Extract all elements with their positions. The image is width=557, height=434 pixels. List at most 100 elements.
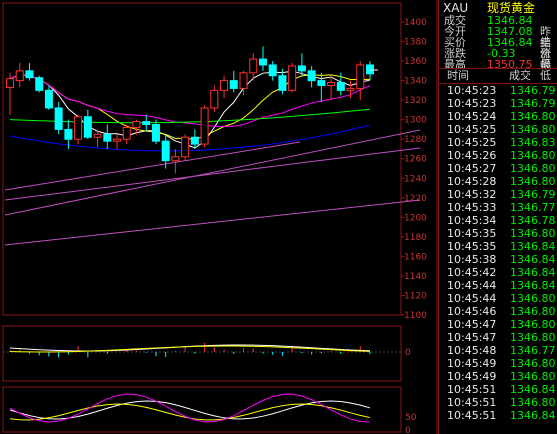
price-axis-label: 1300 xyxy=(404,116,427,126)
tick-price: 1346.83 xyxy=(510,136,556,149)
price-axis-label: 1200 xyxy=(404,213,427,223)
tick-row[interactable]: 10:45:42 1346.84 xyxy=(439,267,557,279)
kline-chart[interactable]: 1400 1380 1360 1340 1320 1300 1280 1260 1240 1220… xyxy=(0,0,438,434)
candle-body xyxy=(200,107,209,145)
tick-price-header: 成交 xyxy=(509,69,531,82)
candle-body xyxy=(190,136,199,145)
tick-row[interactable]: 10:45:27 1346.80 xyxy=(439,163,557,175)
candle-body xyxy=(35,77,44,91)
tick-row[interactable]: 10:45:23 1346.79 xyxy=(439,98,557,110)
price-axis-label: 1100 xyxy=(404,311,427,321)
tick-row[interactable]: 10:45:33 1346.77 xyxy=(439,202,557,214)
tick-price: 1346.79 xyxy=(510,84,556,97)
candle-body xyxy=(366,64,374,75)
tick-time: 10:45:44 xyxy=(447,279,497,292)
candle-body xyxy=(297,65,306,72)
price-axis-label: 1160 xyxy=(404,252,427,262)
candle-body xyxy=(239,72,248,89)
tick-price: 1346.80 xyxy=(510,110,556,123)
tick-time: 10:45:49 xyxy=(447,357,497,370)
tick-row[interactable]: 10:45:25 1346.80 xyxy=(439,124,557,136)
price-axis-label: 1400 xyxy=(404,18,427,28)
tick-row[interactable]: 10:45:38 1346.84 xyxy=(439,254,557,266)
tick-row[interactable]: 10:45:46 1346.80 xyxy=(439,306,557,318)
tick-price: 1346.84 xyxy=(510,409,556,422)
tick-price: 1346.84 xyxy=(510,279,556,292)
tick-price: 1346.79 xyxy=(510,97,556,110)
tick-time: 10:45:23 xyxy=(447,84,497,97)
tick-price: 1346.84 xyxy=(510,266,556,279)
tick-time: 10:45:46 xyxy=(447,305,497,318)
tick-row[interactable]: 10:45:28 1346.80 xyxy=(439,176,557,188)
candle-body xyxy=(103,133,112,142)
candle-body xyxy=(258,58,267,66)
candle-body xyxy=(327,82,336,86)
candle-body xyxy=(142,121,151,126)
indicator2-pane-frame xyxy=(2,386,402,433)
tick-price: 1346.80 xyxy=(510,227,556,240)
tick-row[interactable]: 10:45:49 1346.80 xyxy=(439,371,557,383)
tick-row[interactable]: 10:45:51 1346.80 xyxy=(439,397,557,409)
tick-time: 10:45:38 xyxy=(447,253,497,266)
tick-row[interactable]: 10:45:35 1346.84 xyxy=(439,241,557,253)
candle-body xyxy=(132,121,141,128)
tick-price: 1346.80 xyxy=(510,123,556,136)
tick-time: 10:45:35 xyxy=(447,227,497,240)
tick-price: 1346.80 xyxy=(510,175,556,188)
tick-time: 10:45:28 xyxy=(447,175,497,188)
tick-row[interactable]: 10:45:44 1346.80 xyxy=(439,293,557,305)
symbol-name: 现货黄金 xyxy=(487,1,536,15)
candle-body xyxy=(307,70,316,82)
candle-body xyxy=(93,133,102,138)
tick-price: 1346.77 xyxy=(510,201,556,214)
tick-table-header: 时间 成交 xyxy=(439,68,557,84)
price-axis-label: 1180 xyxy=(404,233,427,243)
tick-row[interactable]: 10:45:49 1346.80 xyxy=(439,358,557,370)
candle-body xyxy=(83,116,92,138)
candle-body xyxy=(229,80,238,89)
kline-chart-area[interactable]: 1400 1380 1360 1340 1320 1300 1280 1260 1240 1220… xyxy=(0,0,438,434)
candle-body xyxy=(220,80,229,91)
tick-price: 1346.80 xyxy=(510,396,556,409)
tick-price: 1346.84 xyxy=(510,383,556,396)
tick-time-header: 时间 xyxy=(447,69,469,82)
tick-time: 10:45:49 xyxy=(447,370,497,383)
tick-row[interactable]: 10:45:23 1346.79 xyxy=(439,85,557,97)
price-axis-label: 1260 xyxy=(404,155,427,165)
tick-row[interactable]: 10:45:51 1346.84 xyxy=(439,410,557,422)
tick-row[interactable]: 10:45:24 1346.80 xyxy=(439,111,557,123)
indicator2-line-a xyxy=(9,400,371,420)
candle-body xyxy=(356,64,365,89)
tick-row[interactable]: 10:45:44 1346.84 xyxy=(439,280,557,292)
symbol-code: XAU xyxy=(443,1,469,15)
tick-row[interactable]: 10:45:51 1346.84 xyxy=(439,384,557,396)
tick-price: 1346.80 xyxy=(510,292,556,305)
candle-body xyxy=(74,116,83,140)
quote-header: XAU 现货黄金 xyxy=(439,0,557,15)
candle-body xyxy=(288,65,297,91)
ma10-line xyxy=(9,74,371,140)
tick-time: 10:45:26 xyxy=(447,149,497,162)
tick-row[interactable]: 10:45:32 1346.79 xyxy=(439,189,557,201)
price-axis-label: 1320 xyxy=(404,96,427,106)
tick-row[interactable]: 10:45:34 1346.78 xyxy=(439,215,557,227)
indicator2-line-c xyxy=(9,393,371,423)
tick-row[interactable]: 10:45:47 1346.80 xyxy=(439,332,557,344)
tick-row[interactable]: 10:45:48 1346.77 xyxy=(439,345,557,357)
tick-time: 10:45:23 xyxy=(447,97,497,110)
trend-line xyxy=(4,141,301,191)
tick-row[interactable]: 10:45:26 1346.80 xyxy=(439,150,557,162)
price-axis-label: 1140 xyxy=(404,272,427,282)
tick-time: 10:45:24 xyxy=(447,110,497,123)
candle-body xyxy=(54,107,63,130)
price-pane-frame xyxy=(2,2,402,316)
tick-time: 10:45:47 xyxy=(447,331,497,344)
candle-body xyxy=(113,138,122,142)
tick-row[interactable]: 10:45:25 1346.83 xyxy=(439,137,557,149)
tick-row[interactable]: 10:45:47 1346.80 xyxy=(439,319,557,331)
tick-price: 1346.80 xyxy=(510,162,556,175)
candle-body xyxy=(64,128,73,140)
price-axis-label: 1220 xyxy=(404,194,427,204)
tick-row[interactable]: 10:45:35 1346.80 xyxy=(439,228,557,240)
tick-price: 1346.77 xyxy=(510,344,556,357)
